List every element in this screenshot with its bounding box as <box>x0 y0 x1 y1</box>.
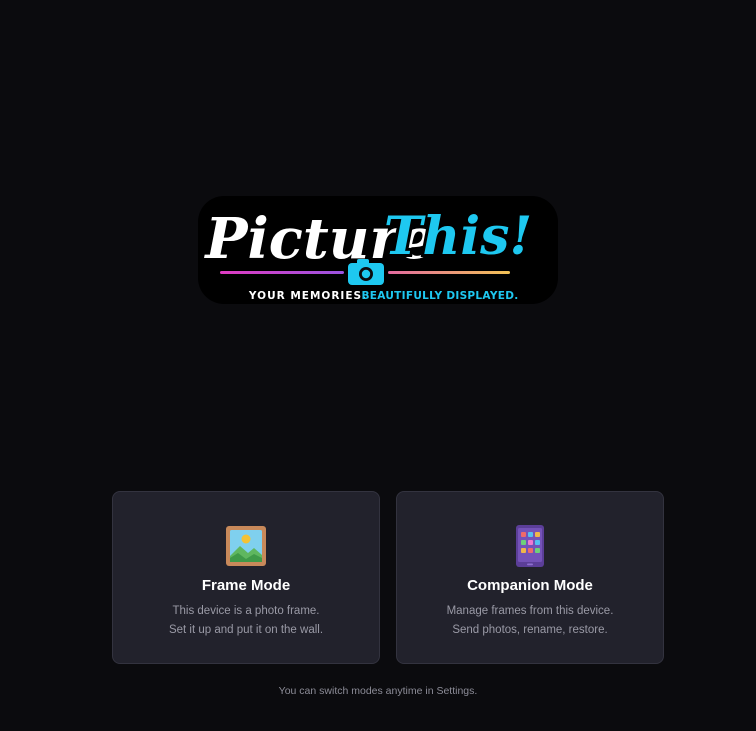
companion-mode-card[interactable]: Companion Mode Manage frames from this d… <box>396 491 664 664</box>
logo-tagline-part2: BEAUTIFULLY DISPLAYED. <box>361 290 518 302</box>
logo-line-left <box>220 271 344 274</box>
mode-options: Frame Mode This device is a photo frame.… <box>112 491 664 664</box>
logo-line-right <box>388 271 510 274</box>
frame-mode-description-line2: Set it up and put it on the wall. <box>168 624 324 636</box>
switch-modes-note: You can switch modes anytime in Settings… <box>278 685 478 697</box>
framed-picture-icon <box>226 526 266 566</box>
frame-mode-description-line1: This device is a photo frame. <box>172 605 320 617</box>
frame-mode-card[interactable]: Frame Mode This device is a photo frame.… <box>112 491 380 664</box>
mode-select-screen: Picture This! YOUR MEMORIES. BEAUTIFULLY… <box>0 0 756 731</box>
logo-tagline-part1: YOUR MEMORIES. <box>248 290 367 302</box>
companion-mode-description-line2: Send photos, rename, restore. <box>452 624 608 636</box>
companion-mode-description-line1: Manage frames from this device. <box>446 605 614 617</box>
companion-mode-title: Companion Mode <box>467 577 593 594</box>
frame-mode-title: Frame Mode <box>201 577 291 594</box>
tablet-apps-icon <box>516 525 544 567</box>
app-logo: Picture This! YOUR MEMORIES. BEAUTIFULLY… <box>0 188 756 316</box>
picture-this-logo: Picture This! YOUR MEMORIES. BEAUTIFULLY… <box>198 196 558 304</box>
logo-word-accent: This! <box>384 206 532 267</box>
